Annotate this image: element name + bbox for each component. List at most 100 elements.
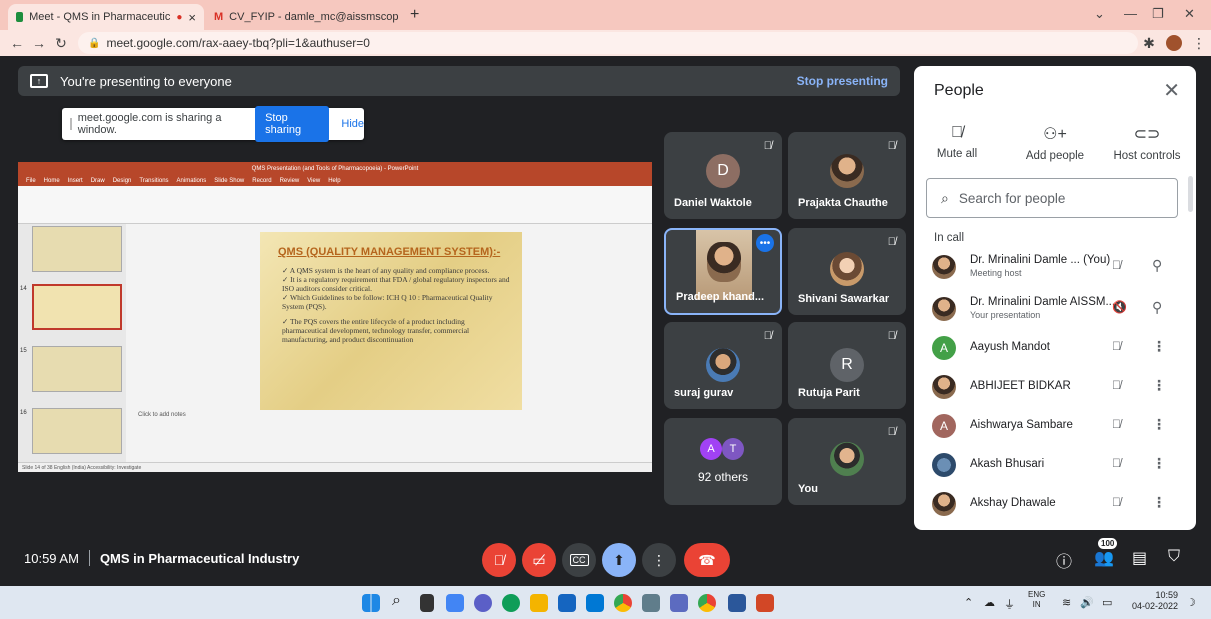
participant-row[interactable]: ABHIJEET BIDKAR 🎙̸ ⋮ xyxy=(914,368,1184,406)
participant-row[interactable]: Akash Bhusari 🎙̸ ⋮ xyxy=(914,446,1184,484)
others-tile[interactable]: A T 92 others xyxy=(664,418,782,505)
more-options-icon[interactable]: ⋮ xyxy=(1152,494,1166,511)
host-controls-button[interactable]: ⊂⊃ Host controls xyxy=(1102,124,1192,162)
drag-handle-icon[interactable] xyxy=(70,118,72,130)
mic-toggle-button[interactable]: 🎙̸ xyxy=(482,543,516,577)
more-options-icon[interactable]: ••• xyxy=(756,234,774,252)
stop-sharing-button[interactable]: Stop sharing xyxy=(255,106,330,142)
mic-off-icon: 🎙̸ xyxy=(887,426,896,438)
language-indicator[interactable]: ENG IN xyxy=(1028,590,1045,610)
avatar xyxy=(932,255,956,279)
usb-icon[interactable]: ⏚ xyxy=(1004,596,1015,612)
browser-tab-meet[interactable]: Meet - QMS in Pharmaceutic ● × xyxy=(8,4,204,30)
mic-off-icon: 🎙̸ xyxy=(951,124,963,141)
more-options-icon[interactable]: ⋮ xyxy=(1152,416,1166,433)
close-window-icon[interactable]: ✕ xyxy=(1184,6,1195,22)
search-people-field[interactable]: ⌕ Search for people xyxy=(926,178,1178,218)
participant-row[interactable]: Akshay Dhawale 🎙̸ ⋮ xyxy=(914,485,1184,523)
meeting-info: 10:59 AM QMS in Pharmaceutical Industry xyxy=(24,550,299,566)
edge-icon[interactable] xyxy=(502,594,520,612)
stop-presenting-button[interactable]: Stop presenting xyxy=(797,74,888,88)
camera-toggle-button[interactable]: ▭̸ xyxy=(522,543,556,577)
people-icon[interactable]: 👥 xyxy=(1094,548,1114,568)
participant-row[interactable]: A Aishwarya Sambare 🎙̸ ⋮ xyxy=(914,407,1184,445)
hide-button[interactable]: Hide xyxy=(341,118,364,130)
calculator-icon[interactable] xyxy=(642,594,660,612)
store-icon[interactable] xyxy=(558,594,576,612)
widgets-icon[interactable] xyxy=(446,594,464,612)
pin-icon[interactable]: ⚲ xyxy=(1152,257,1162,274)
activities-icon[interactable]: ⛉ xyxy=(1168,548,1180,566)
region-code: IN xyxy=(1032,600,1041,609)
system-clock[interactable]: 10:59 04-02-2022 xyxy=(1126,590,1178,612)
browser-tab-gmail[interactable]: M CV_FYIP - damle_mc@aissmscop × xyxy=(206,4,402,30)
unpin-icon[interactable]: ⚲ xyxy=(1152,299,1162,316)
chat-icon[interactable]: ▤ xyxy=(1132,548,1147,568)
volume-icon[interactable]: 🔊 xyxy=(1080,596,1094,609)
maximize-icon[interactable]: ❐ xyxy=(1152,6,1164,22)
self-tile[interactable]: 🎙̸ You xyxy=(788,418,906,505)
start-icon[interactable] xyxy=(362,594,380,612)
file-explorer-icon[interactable] xyxy=(530,594,548,612)
more-options-icon[interactable]: ⋮ xyxy=(1152,377,1166,394)
more-options-icon[interactable]: ⋮ xyxy=(1152,338,1166,355)
mic-off-icon[interactable]: 🎙̸ xyxy=(1112,495,1121,509)
extensions-icon[interactable]: ✱ xyxy=(1138,35,1160,52)
mic-off-icon[interactable]: 🎙̸ xyxy=(1112,378,1121,392)
panel-scrollbar[interactable] xyxy=(1188,176,1193,212)
ppt-window-title: QMS Presentation (and Tools of Pharmacop… xyxy=(18,162,652,176)
tray-chevron-icon[interactable]: ⌃ xyxy=(964,596,973,609)
tab-search-icon[interactable]: ⌄ xyxy=(1094,6,1105,22)
mic-off-icon[interactable]: 🎙̸ xyxy=(1112,417,1121,431)
mic-off-icon[interactable]: 🎙̸ xyxy=(1112,456,1121,470)
mic-off-icon: 🎙̸ xyxy=(887,140,896,152)
teams-icon[interactable] xyxy=(474,594,492,612)
participant-tile[interactable]: 🎙̸ Shivani Sawarkar xyxy=(788,228,906,315)
more-options-button[interactable]: ⋮ xyxy=(642,543,676,577)
participant-row[interactable]: A Aayush Mandot 🎙̸ ⋮ xyxy=(914,329,1184,367)
close-tab-icon[interactable]: × xyxy=(188,10,196,25)
ppt-menu-item: Draw xyxy=(90,178,105,184)
add-people-button[interactable]: ⚇+ Add people xyxy=(1010,124,1100,162)
cloud-icon[interactable]: ☁ xyxy=(984,596,995,609)
powerpoint-icon[interactable] xyxy=(756,594,774,612)
leave-call-button[interactable]: ☎ xyxy=(684,543,730,577)
present-button[interactable]: ⬆ xyxy=(602,543,636,577)
notifications-icon[interactable]: ☽ xyxy=(1186,596,1196,609)
chrome-profile-icon[interactable] xyxy=(698,594,716,612)
more-options-icon[interactable]: ⋮ xyxy=(1152,455,1166,472)
participant-row[interactable]: Dr. Mrinalini Damle AISSM... Your presen… xyxy=(914,290,1184,328)
browser-menu-icon[interactable]: ⋮ xyxy=(1188,35,1210,52)
forward-icon[interactable]: → xyxy=(28,35,50,51)
captions-button[interactable]: CC xyxy=(562,543,596,577)
participant-tile[interactable]: 🎙̸ D Daniel Waktole xyxy=(664,132,782,219)
reload-icon[interactable]: ↻ xyxy=(50,35,72,52)
mail-icon[interactable] xyxy=(586,594,604,612)
participant-tile-active-speaker[interactable]: ••• Pradeep khand... xyxy=(664,228,782,315)
battery-icon[interactable]: ▭ xyxy=(1102,596,1112,609)
ppt-menu-bar: File Home Insert Draw Design Transitions… xyxy=(18,176,652,186)
chrome-icon[interactable] xyxy=(614,594,632,612)
mic-off-icon[interactable]: 🎙̸ xyxy=(1112,339,1121,353)
mic-off-icon[interactable]: 🎙̸ xyxy=(1112,258,1121,272)
participant-tile[interactable]: 🎙̸ R Rutuja Parit xyxy=(788,322,906,409)
url-field[interactable]: 🔒 meet.google.com/rax-aaey-tbq?pli=1&aut… xyxy=(78,32,1138,54)
profile-avatar[interactable] xyxy=(1166,35,1182,51)
teams-app-icon[interactable] xyxy=(670,594,688,612)
back-icon[interactable]: ← xyxy=(6,35,28,51)
captions-icon: CC xyxy=(569,554,589,566)
task-view-icon[interactable] xyxy=(420,594,434,612)
mute-all-button[interactable]: 🎙̸ Mute all xyxy=(912,124,1002,160)
close-icon[interactable]: ✕ xyxy=(1163,78,1180,103)
search-icon[interactable]: ⌕ xyxy=(392,592,401,610)
minimize-icon[interactable]: — xyxy=(1124,6,1137,21)
participant-tile[interactable]: 🎙̸ suraj gurav xyxy=(664,322,782,409)
audio-off-icon[interactable]: 🔇 xyxy=(1112,300,1127,314)
word-icon[interactable] xyxy=(728,594,746,612)
participant-tile[interactable]: 🎙̸ Prajakta Chauthe xyxy=(788,132,906,219)
new-tab-button[interactable]: + xyxy=(410,6,419,24)
participant-row[interactable]: Dr. Mrinalini Damle ... (You) Meeting ho… xyxy=(914,248,1184,286)
participant-video xyxy=(696,230,752,300)
meeting-details-icon[interactable]: ⓘ xyxy=(1056,548,1072,572)
wifi-icon[interactable]: ≋ xyxy=(1062,596,1071,609)
